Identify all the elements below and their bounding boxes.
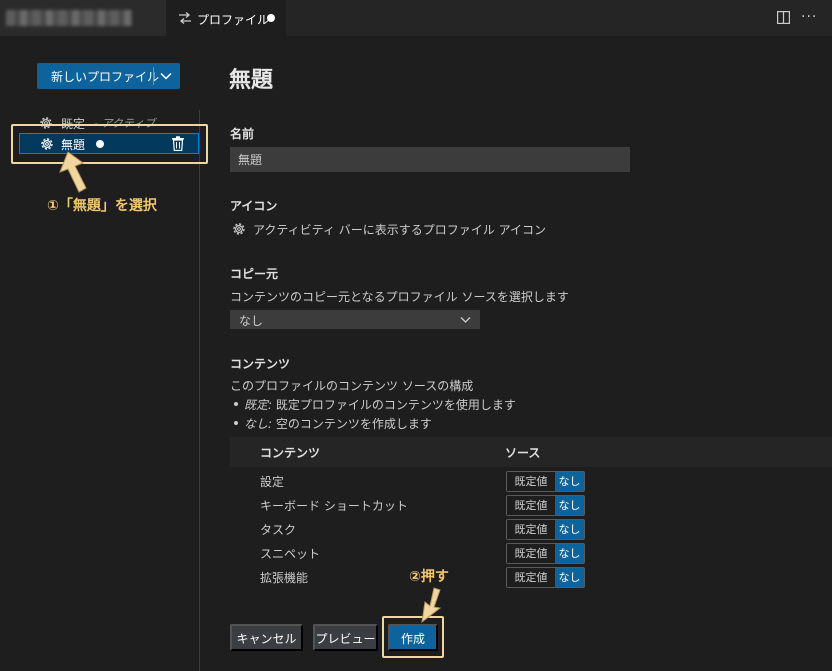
row-name: 拡張機能	[260, 571, 309, 585]
source-option-none[interactable]: なし	[555, 544, 584, 563]
more-actions-icon[interactable]: ···	[801, 9, 817, 25]
name-label: 名前	[230, 127, 255, 141]
row-name: スニペット	[260, 547, 321, 561]
tab-profile[interactable]: プロファイル	[166, 0, 286, 36]
tab-label: プロファイル	[197, 13, 270, 27]
preview-button[interactable]: プレビュー	[313, 624, 378, 651]
bullet-none: なし: 空のコンテンツを作成します	[234, 415, 432, 432]
source-option-none[interactable]: なし	[555, 568, 584, 587]
page-title: 無題	[229, 68, 274, 93]
source-option-default[interactable]: 既定値	[507, 568, 555, 587]
table-row-extensions: 拡張機能 既定値 なし	[230, 565, 832, 589]
row-name: タスク	[260, 523, 297, 537]
annotation-highlight-box	[11, 124, 208, 164]
contents-description: このプロファイルのコンテンツ ソースの構成	[230, 379, 474, 393]
annotation-step2: ②押す	[409, 569, 449, 585]
table-row-keybindings: キーボード ショートカット 既定値 なし	[230, 493, 832, 517]
tab-bar: プロファイル ···	[0, 0, 832, 36]
source-option-default[interactable]: 既定値	[507, 520, 555, 539]
blurred-tab-title	[6, 10, 132, 26]
split-editor-icon[interactable]	[777, 11, 790, 24]
copy-from-description: コンテンツのコピー元となるプロファイル ソースを選択します	[230, 290, 569, 304]
new-profile-button[interactable]: 新しいプロファイル	[37, 63, 180, 89]
source-toggle: 既定値 なし	[506, 495, 585, 516]
cancel-button[interactable]: キャンセル	[230, 624, 303, 651]
row-name: キーボード ショートカット	[260, 499, 408, 513]
chevron-down-icon	[460, 317, 471, 323]
unsaved-dot-icon[interactable]	[267, 14, 275, 22]
source-toggle: 既定値 なし	[506, 519, 585, 540]
copy-from-label: コピー元	[230, 267, 279, 281]
icon-description: アクティビティ バーに表示するプロファイル アイコン	[253, 223, 546, 237]
column-header-source: ソース	[505, 446, 541, 460]
gear-icon[interactable]	[231, 221, 247, 237]
chevron-down-icon[interactable]	[159, 70, 173, 82]
button-separator	[153, 67, 154, 85]
bullet-dot	[234, 421, 238, 425]
profile-arrows-icon	[179, 12, 191, 24]
source-toggle: 既定値 なし	[506, 471, 585, 492]
source-option-default[interactable]: 既定値	[507, 472, 555, 491]
source-option-default[interactable]: 既定値	[507, 544, 555, 563]
source-option-none[interactable]: なし	[555, 472, 584, 491]
row-name: 設定	[260, 475, 285, 489]
bullet-default: 既定: 既定プロファイルのコンテンツを使用します	[234, 396, 516, 413]
table-row-settings: 設定 既定値 なし	[230, 469, 832, 493]
copy-from-select[interactable]: なし	[230, 310, 480, 329]
new-profile-label: 新しいプロファイル	[51, 70, 160, 84]
name-input[interactable]	[230, 147, 630, 172]
table-row-snippets: スニペット 既定値 なし	[230, 541, 832, 565]
bullet-term: 既定:	[244, 398, 273, 412]
bullet-text: 既定プロファイルのコンテンツを使用します	[275, 398, 516, 412]
source-toggle: 既定値 なし	[506, 543, 585, 564]
table-row-tasks: タスク 既定値 なし	[230, 517, 832, 541]
annotation-step1: ①「無題」を選択	[47, 198, 157, 214]
annotation-arrow-icon	[421, 587, 442, 624]
bullet-text: 空のコンテンツを作成します	[275, 417, 432, 431]
contents-label: コンテンツ	[230, 357, 291, 371]
table-header: コンテンツ ソース	[230, 437, 832, 467]
bullet-term: なし:	[244, 417, 273, 431]
copy-from-value: なし	[239, 314, 264, 328]
source-option-none[interactable]: なし	[555, 520, 584, 539]
annotation-arrow-icon	[59, 151, 87, 193]
bullet-dot	[234, 402, 238, 406]
source-option-none[interactable]: なし	[555, 496, 584, 515]
source-option-default[interactable]: 既定値	[507, 496, 555, 515]
sidebar-divider	[199, 110, 200, 671]
icon-label: アイコン	[230, 199, 278, 213]
source-toggle: 既定値 なし	[506, 567, 585, 588]
column-header-content: コンテンツ	[260, 446, 321, 460]
tab-blurred[interactable]	[0, 0, 166, 36]
